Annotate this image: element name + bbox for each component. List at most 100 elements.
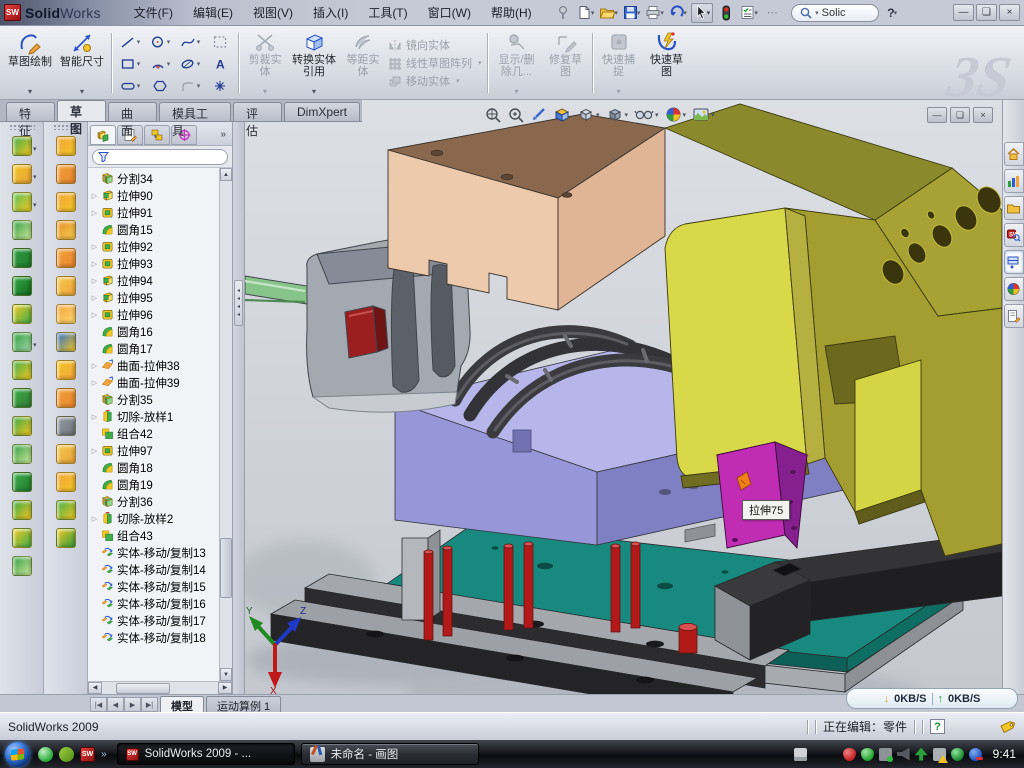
trim-surface-icon[interactable] — [51, 384, 81, 411]
close-button[interactable]: × — [999, 4, 1020, 21]
offset-entities-button[interactable]: 等距实体 — [340, 29, 386, 97]
configuration-manager-tab[interactable] — [144, 125, 170, 145]
security-shield-icon[interactable] — [861, 748, 874, 761]
open-file-icon[interactable]: ▾ — [599, 4, 619, 22]
new-file-icon[interactable]: ▾ — [576, 4, 596, 22]
repair-sketch-button[interactable]: 修复草图 — [543, 29, 589, 97]
revolved-boss-icon[interactable]: ▾ — [7, 160, 37, 187]
tree-vertical-scrollbar[interactable]: ▲ ▼ — [219, 168, 232, 681]
ellipse-tool[interactable]: ▾ — [180, 57, 201, 71]
feature-tree-item[interactable]: 实体-移动/复制13 — [90, 544, 232, 561]
solidworks-search-tab[interactable]: SW — [1004, 223, 1024, 247]
expand-arrow-icon[interactable]: ▷ — [90, 379, 99, 387]
feature-tree-item[interactable]: 分割35 — [90, 391, 232, 408]
help-icon[interactable]: ?▾ — [882, 4, 902, 22]
swept-surface-icon[interactable] — [51, 188, 81, 215]
feature-tree-item[interactable]: 实体-移动/复制18 — [90, 629, 232, 646]
games-icon[interactable] — [59, 747, 74, 762]
appearances-tab[interactable] — [1004, 277, 1024, 301]
feature-tree-item[interactable]: 圆角19 — [90, 476, 232, 493]
tag-icon[interactable] — [999, 719, 1016, 734]
search-box[interactable]: ▾ Solic — [791, 4, 879, 22]
volume-icon[interactable] — [897, 748, 910, 761]
extruded-cut-icon[interactable] — [7, 244, 37, 271]
tab-草图[interactable]: 草图 — [57, 100, 106, 121]
doc-restore-button[interactable]: ❏ — [950, 107, 970, 123]
expand-arrow-icon[interactable]: ▷ — [90, 515, 99, 523]
arc-tool[interactable]: ▾ — [150, 57, 171, 71]
feature-tree-item[interactable]: ▷拉伸97 — [90, 442, 232, 459]
feature-tree-item[interactable]: ▷曲面-拉伸38 — [90, 357, 232, 374]
sketch-text-tool[interactable]: A — [212, 57, 228, 71]
draft-icon[interactable] — [7, 468, 37, 495]
quick-tips-icon[interactable]: ? — [930, 719, 945, 734]
keyboard-layout-icon[interactable] — [794, 748, 807, 761]
rebuild-icon[interactable] — [716, 4, 736, 22]
zoom-to-area-icon[interactable] — [506, 105, 525, 124]
restore-button[interactable]: ❏ — [976, 4, 997, 21]
previous-view-icon[interactable] — [529, 105, 548, 124]
revolved-cut-icon[interactable] — [7, 272, 37, 299]
menu-item[interactable]: 编辑(E) — [184, 1, 242, 24]
scroll-left-icon[interactable]: ◀ — [88, 682, 102, 694]
print-icon[interactable]: ▾ — [645, 4, 665, 22]
prev-tab-icon[interactable]: ◀ — [107, 697, 124, 712]
expand-arrow-icon[interactable]: ▷ — [90, 294, 99, 302]
expand-arrow-icon[interactable]: ▷ — [90, 277, 99, 285]
scroll-right-icon[interactable]: ▶ — [218, 682, 232, 694]
model-tab[interactable]: 模型 — [160, 696, 204, 712]
feature-tree-item[interactable]: 分割34 — [90, 170, 232, 187]
spline-tool[interactable]: ▾ — [180, 35, 201, 49]
feature-tree-item[interactable]: ▷拉伸94 — [90, 272, 232, 289]
doc-minimize-button[interactable]: — — [927, 107, 947, 123]
support-block[interactable] — [402, 530, 440, 620]
shell-icon[interactable] — [7, 440, 37, 467]
display-delete-relations-button[interactable]: 显示/删除几...▾ — [491, 29, 543, 97]
update-status-icon[interactable] — [879, 748, 892, 761]
start-button[interactable] — [5, 742, 30, 767]
options-icon[interactable]: ▾ — [739, 4, 759, 22]
tab-评估[interactable]: 评估 — [233, 102, 282, 121]
tree-filter-input[interactable] — [92, 149, 228, 165]
polygon-tool[interactable] — [152, 79, 168, 93]
planar-surface-icon[interactable] — [51, 300, 81, 327]
chamfer-icon[interactable] — [7, 384, 37, 411]
circle-tool[interactable]: ▾ — [150, 35, 171, 49]
rectangle-tool[interactable]: ▾ — [120, 57, 141, 71]
minimize-button[interactable]: — — [953, 4, 974, 21]
taskbar-clock[interactable]: 9:41 — [993, 747, 1016, 761]
feature-tree-item[interactable]: ▷拉伸90 — [90, 187, 232, 204]
smart-dimension-button[interactable]: 智能尺寸▾ — [56, 29, 108, 97]
swept-boss-icon[interactable]: ▾ — [7, 188, 37, 215]
expand-arrow-icon[interactable]: ▷ — [90, 192, 99, 200]
untrim-surface-icon[interactable] — [51, 412, 81, 439]
expand-arrow-icon[interactable]: ▷ — [90, 362, 99, 370]
slot-tool[interactable]: ▾ — [120, 79, 141, 93]
lofted-surface-icon[interactable] — [51, 216, 81, 243]
custom-properties-tab[interactable] — [1004, 304, 1024, 328]
lofted-boss-icon[interactable] — [7, 216, 37, 243]
taskbar-button[interactable]: SWSolidWorks 2009 - ... — [117, 743, 295, 765]
feature-tree-item[interactable]: 实体-移动/复制14 — [90, 561, 232, 578]
first-tab-icon[interactable]: |◀ — [90, 697, 107, 712]
line-tool[interactable]: ▾ — [120, 35, 141, 49]
hide-show-items-icon[interactable]: ▾ — [633, 105, 660, 124]
rib-icon[interactable] — [7, 412, 37, 439]
expand-arrow-icon[interactable]: ▷ — [90, 243, 99, 251]
tab-特征[interactable]: 特征 — [6, 102, 55, 121]
convert-entities-button[interactable]: 转换实体引用▾ — [288, 29, 340, 97]
menu-item[interactable]: 工具(T) — [359, 1, 416, 24]
last-tab-icon[interactable]: ▶| — [141, 697, 158, 712]
mirror-entities-button[interactable]: 镜向实体 — [388, 37, 482, 53]
feature-tree-item[interactable]: ▷拉伸91 — [90, 204, 232, 221]
solidworks-launcher-icon[interactable]: SW — [80, 747, 95, 762]
mirror-feature-icon[interactable] — [7, 496, 37, 523]
feature-tree-item[interactable]: 组合42 — [90, 425, 232, 442]
scroll-down-icon[interactable]: ▼ — [220, 668, 232, 681]
scene-icon[interactable]: ▾ — [691, 105, 716, 124]
wrap-icon[interactable] — [7, 552, 37, 579]
menu-item[interactable]: 文件(F) — [125, 1, 182, 24]
sync-status-icon[interactable] — [969, 748, 982, 761]
menu-item[interactable]: 插入(I) — [304, 1, 357, 24]
move-entities-button[interactable]: 移动实体▾ — [388, 73, 482, 89]
